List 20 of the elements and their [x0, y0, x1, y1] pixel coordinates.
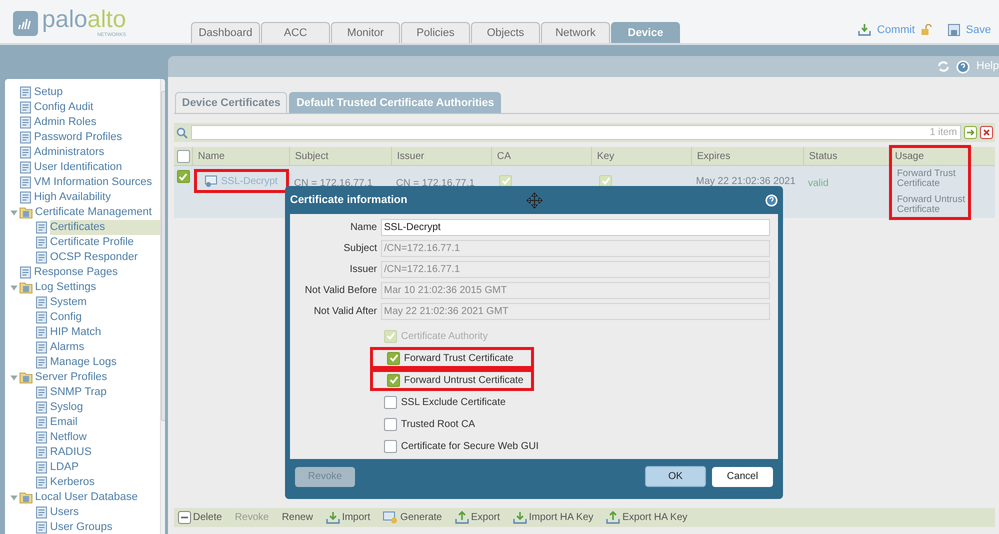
- field-label: Not Valid Before: [304, 284, 378, 298]
- field-label: Subject: [342, 242, 378, 256]
- item-count: 1 item: [930, 126, 957, 140]
- checkbox-label: Trusted Root CA: [401, 418, 476, 432]
- dialog-title: Certificate information: [290, 192, 408, 208]
- table-cell: CN = 172.16.77.1: [294, 178, 373, 189]
- checkbox-label: Certificate for Secure Web GUI: [401, 440, 539, 454]
- table-cell: CN = 172.16.77.1: [396, 178, 475, 189]
- table-cell: May 22 21:02:36 2021: [696, 176, 796, 187]
- checkbox-label: Forward Untrust Certificate: [404, 374, 524, 388]
- checkbox-label: Forward Trust Certificate: [404, 352, 514, 366]
- status-text: valid: [808, 178, 829, 189]
- checkbox-label: SSL Exclude Certificate: [401, 396, 506, 410]
- field-label: Issuer: [348, 263, 378, 277]
- field-label: Not Valid After: [312, 305, 378, 319]
- usage-text: Forward Trust Certificate: [897, 169, 957, 189]
- field-label: Name: [349, 221, 378, 235]
- checkbox-label: Certificate Authority: [401, 330, 488, 344]
- logo-wordmark: paloalto: [42, 8, 126, 32]
- usage-text: Forward Untrust Certificate: [897, 195, 966, 215]
